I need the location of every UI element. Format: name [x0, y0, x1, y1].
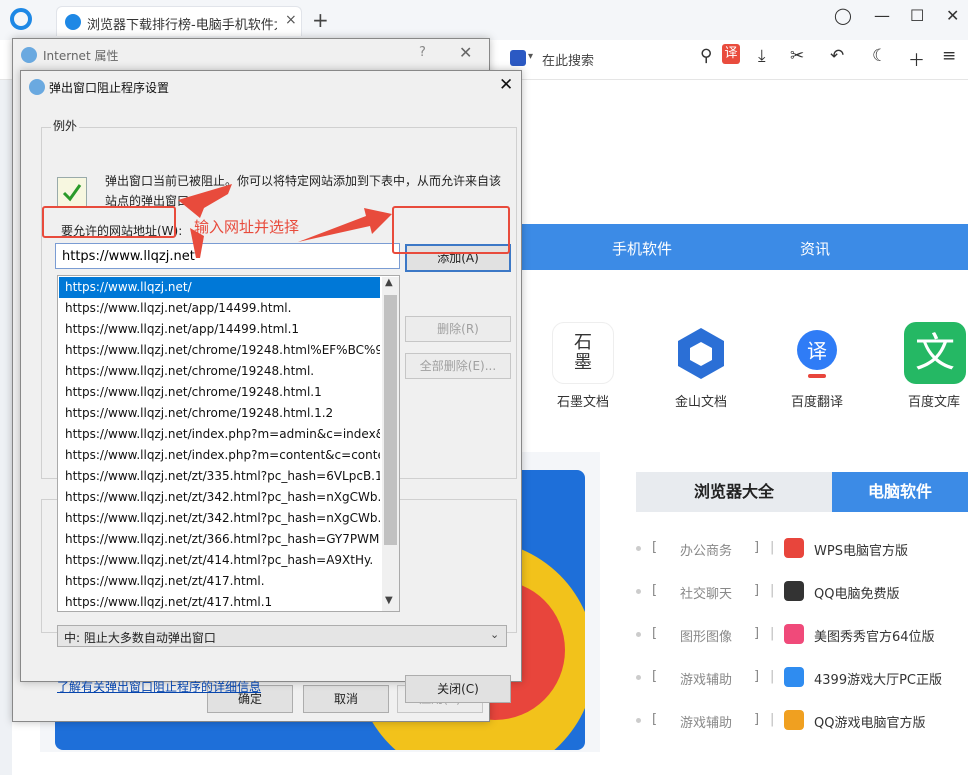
app-label-baidu-translate[interactable]: 百度翻译: [767, 391, 867, 410]
autocomplete-list[interactable]: https://www.llqzj.net/ https://www.llqzj…: [57, 275, 400, 612]
scroll-thumb[interactable]: [384, 295, 397, 545]
list-item[interactable]: [游戏辅助] | QQ游戏电脑官方版: [636, 709, 968, 733]
annotation-box-address: [42, 206, 176, 238]
tab-browser-collection[interactable]: 浏览器大全: [636, 472, 832, 512]
chevron-down-icon[interactable]: ▾: [528, 51, 533, 62]
blocking-level-value: 中: 阻止大多数自动弹出窗口: [64, 631, 216, 645]
list-item[interactable]: [游戏辅助] | 4399游戏大厅PC正版: [636, 666, 968, 690]
scroll-up-icon[interactable]: ▲: [385, 277, 393, 288]
list-item[interactable]: https://www.llqzj.net/zt/335.html?pc_has…: [59, 466, 380, 487]
close-button[interactable]: 关闭(C): [405, 675, 511, 703]
menu-icon[interactable]: ≡: [942, 46, 956, 66]
maximize-icon[interactable]: ☐: [910, 6, 924, 25]
search-input[interactable]: 在此搜索: [542, 50, 594, 69]
list-item[interactable]: https://www.llqzj.net/app/14499.html.: [59, 298, 380, 319]
scissors-icon[interactable]: ✂: [790, 46, 804, 66]
tab-pc-software[interactable]: 电脑软件: [832, 472, 968, 512]
menu-item-news[interactable]: 资讯: [800, 238, 830, 259]
list-item[interactable]: https://www.llqzj.net/chrome/19248.html.…: [59, 403, 380, 424]
new-tab-icon[interactable]: +: [312, 8, 329, 32]
close-icon[interactable]: ✕: [499, 75, 513, 95]
list-item[interactable]: https://www.llqzj.net/chrome/19248.html.…: [59, 382, 380, 403]
list-item[interactable]: https://www.llqzj.net/zt/417.html.: [59, 571, 380, 592]
shield-check-icon: [57, 177, 87, 207]
search-engine-icon[interactable]: [510, 50, 526, 66]
kingsoft-docs-icon[interactable]: [670, 322, 732, 384]
wps-icon: [784, 538, 804, 558]
tab-close-icon[interactable]: ×: [285, 12, 297, 28]
menu-item-mobile-software[interactable]: 手机软件: [612, 238, 672, 259]
cancel-button[interactable]: 取消: [303, 685, 389, 713]
app-label-shimo[interactable]: 石墨文档: [533, 391, 633, 410]
close-icon[interactable]: ✕: [459, 43, 472, 62]
baidu-wenku-icon[interactable]: 文: [904, 322, 966, 384]
list-item[interactable]: https://www.llqzj.net/zt/366.html?pc_has…: [59, 529, 380, 550]
list-item[interactable]: https://www.llqzj.net/index.php?m=conten…: [59, 445, 380, 466]
scroll-down-icon[interactable]: ▼: [385, 595, 393, 606]
meitu-icon: [784, 624, 804, 644]
list-item[interactable]: https://www.llqzj.net/zt/342.html?pc_has…: [59, 508, 380, 529]
delete-button[interactable]: 删除(R): [405, 316, 511, 342]
list-item[interactable]: https://www.llqzj.net/zt/414.html?pc_has…: [59, 550, 380, 571]
list-item[interactable]: [图形图像] | 美图秀秀官方64位版: [636, 623, 968, 647]
left-edge: [0, 80, 12, 775]
list-item[interactable]: https://www.llqzj.net/index.php?m=admin&…: [59, 424, 380, 445]
list-item[interactable]: https://www.llqzj.net/zt/417.html.1: [59, 592, 380, 613]
tab-title: 浏览器下载排行榜-电脑手机软件大全: [87, 18, 277, 33]
tab-bar: 浏览器下载排行榜-电脑手机软件大全 × + ◯ — ☐ ✕: [0, 0, 968, 40]
chevron-down-icon: ⌄: [490, 628, 500, 641]
shimo-docs-icon[interactable]: 石墨: [552, 322, 614, 384]
delete-all-button[interactable]: 全部删除(E)...: [405, 353, 511, 379]
browser-logo-icon[interactable]: [10, 8, 32, 30]
group-label: 例外: [51, 117, 80, 134]
dialog-title: 弹出窗口阻止程序设置: [49, 81, 170, 95]
qq-icon: [784, 581, 804, 601]
search-icon[interactable]: ⚲: [700, 46, 712, 66]
list-scrollbar[interactable]: ▲ ▼: [382, 277, 399, 611]
dialog-title: Internet 属性: [43, 49, 119, 63]
list-item[interactable]: https://www.llqzj.net/zt/342.html?pc_has…: [59, 487, 380, 508]
skin-icon[interactable]: ◯: [834, 6, 852, 25]
list-item[interactable]: https://www.llqzj.net/: [59, 277, 380, 298]
add-icon[interactable]: ＋: [908, 46, 925, 71]
app-label-kingsoft[interactable]: 金山文档: [651, 391, 751, 410]
undo-icon[interactable]: ↶: [830, 46, 844, 66]
night-mode-icon[interactable]: ☾: [872, 46, 887, 66]
minimize-icon[interactable]: —: [874, 6, 890, 25]
internet-options-icon: [21, 47, 37, 63]
learn-more-link[interactable]: 了解有关弹出窗口阻止程序的详细信息: [57, 678, 261, 695]
close-window-icon[interactable]: ✕: [946, 6, 959, 25]
tab-active[interactable]: 浏览器下载排行榜-电脑手机软件大全 ×: [56, 6, 302, 36]
baidu-translate-icon[interactable]: 译: [786, 322, 848, 384]
blocking-level-select[interactable]: 中: 阻止大多数自动弹出窗口 ⌄: [57, 625, 507, 647]
annotation-arrows: [178, 184, 392, 258]
popup-blocker-settings-dialog: 弹出窗口阻止程序设置 ✕ 例外 弹出窗口当前已被阻止。你可以将特定网站添加到下表…: [20, 70, 522, 703]
list-item[interactable]: https://www.llqzj.net/app/14499.html.1: [59, 319, 380, 340]
translate-icon[interactable]: 译: [722, 44, 740, 64]
list-item[interactable]: [办公商务] | WPS电脑官方版: [636, 537, 968, 561]
tab-favicon-icon: [65, 14, 81, 30]
svg-text:译: 译: [807, 339, 827, 363]
download-icon[interactable]: ⤓: [758, 46, 766, 66]
list-item[interactable]: [社交聊天] | QQ电脑免费版: [636, 580, 968, 604]
site-menu-bar: 手机软件 资讯: [520, 224, 968, 270]
game-4399-icon: [784, 667, 804, 687]
internet-options-icon: [29, 79, 45, 95]
list-item[interactable]: https://www.llqzj.net/chrome/19248.html%…: [59, 340, 380, 361]
app-label-baidu-wenku[interactable]: 百度文库: [884, 391, 968, 410]
list-item[interactable]: https://www.llqzj.net/chrome/19248.html.: [59, 361, 380, 382]
qq-game-icon: [784, 710, 804, 730]
help-icon[interactable]: ?: [419, 45, 426, 60]
